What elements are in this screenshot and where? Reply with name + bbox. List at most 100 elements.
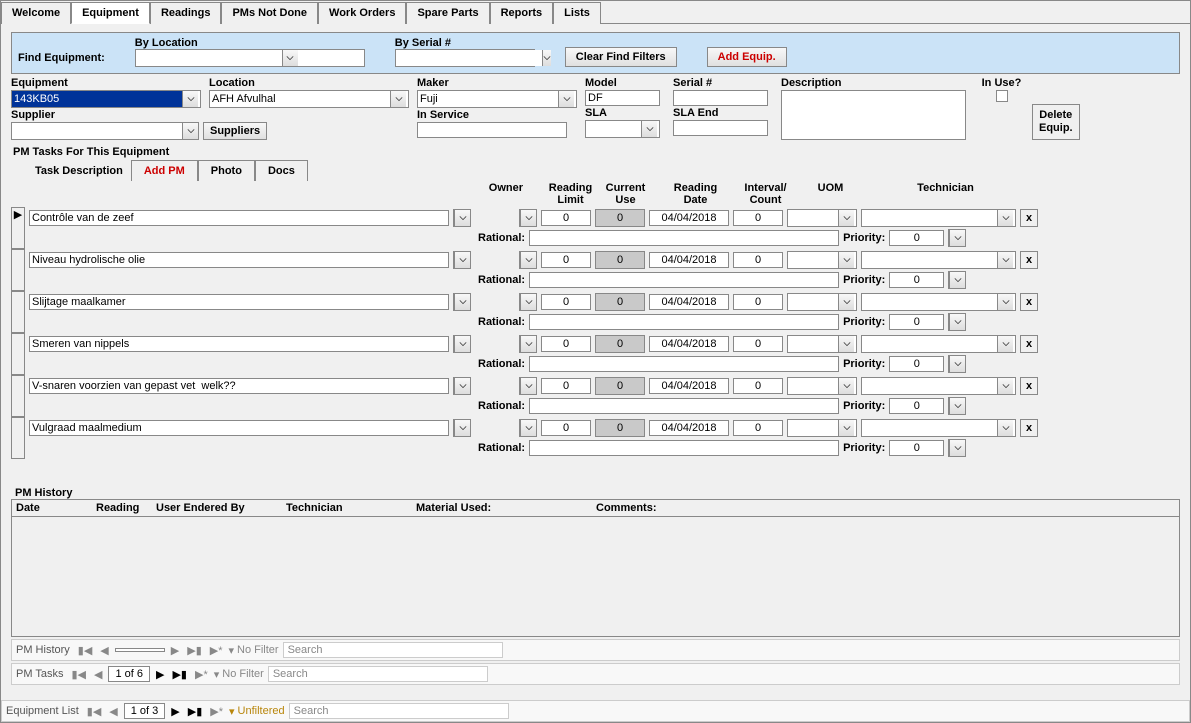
uom-combo[interactable]: [787, 419, 857, 437]
chevron-down-icon[interactable]: [542, 50, 551, 66]
tab-welcome[interactable]: Welcome: [1, 2, 71, 24]
task-description-input[interactable]: [29, 420, 449, 436]
technician-input[interactable]: [862, 336, 997, 352]
technician-input[interactable]: [862, 420, 997, 436]
chevron-down-icon[interactable]: [838, 336, 854, 352]
technician-combo[interactable]: [861, 377, 1016, 395]
technician-combo[interactable]: [861, 419, 1016, 437]
new-record-icon[interactable]: ▶*: [208, 705, 225, 718]
delete-task-button[interactable]: x: [1020, 335, 1038, 353]
chevron-down-icon[interactable]: [997, 252, 1013, 268]
task-description-input[interactable]: [29, 252, 449, 268]
chevron-down-icon[interactable]: [454, 420, 470, 436]
next-record-icon[interactable]: ▶: [169, 644, 181, 657]
technician-input[interactable]: [862, 252, 997, 268]
chevron-down-icon[interactable]: [997, 378, 1013, 394]
reading-limit-input[interactable]: [541, 294, 591, 310]
chevron-down-icon[interactable]: [520, 336, 536, 352]
reading-limit-input[interactable]: [541, 420, 591, 436]
interval-input[interactable]: [733, 210, 783, 226]
rational-input[interactable]: [529, 398, 839, 414]
model-input[interactable]: [585, 90, 660, 106]
rational-input[interactable]: [529, 272, 839, 288]
search-input[interactable]: Search: [283, 642, 503, 658]
add-equip-button[interactable]: Add Equip.: [707, 47, 787, 67]
supplier-input[interactable]: [12, 123, 182, 139]
task-description-input[interactable]: [29, 336, 449, 352]
reading-date-input[interactable]: [649, 378, 729, 394]
first-record-icon[interactable]: ▮◀: [85, 705, 104, 718]
by-serial-input[interactable]: [396, 50, 542, 66]
technician-input[interactable]: [862, 294, 997, 310]
tab-readings[interactable]: Readings: [150, 2, 222, 24]
maker-combo[interactable]: [417, 90, 577, 108]
reading-limit-input[interactable]: [541, 336, 591, 352]
reading-date-input[interactable]: [649, 294, 729, 310]
equipment-input[interactable]: [12, 91, 182, 107]
owner-combo[interactable]: [519, 335, 537, 353]
reading-limit-input[interactable]: [541, 378, 591, 394]
delete-task-button[interactable]: x: [1020, 377, 1038, 395]
technician-input[interactable]: [862, 378, 997, 394]
description-input[interactable]: [781, 90, 966, 140]
interval-input[interactable]: [733, 420, 783, 436]
owner-combo[interactable]: [519, 251, 537, 269]
rational-input[interactable]: [529, 356, 839, 372]
task-desc-dd[interactable]: [453, 335, 471, 353]
uom-input[interactable]: [788, 378, 838, 394]
chevron-down-icon[interactable]: [838, 252, 854, 268]
reading-limit-input[interactable]: [541, 210, 591, 226]
chevron-down-icon[interactable]: [520, 420, 536, 436]
serial-input[interactable]: [673, 90, 768, 106]
supplier-combo[interactable]: [11, 122, 199, 140]
interval-input[interactable]: [733, 294, 783, 310]
row-selector[interactable]: [11, 417, 25, 459]
search-input[interactable]: Search: [268, 666, 488, 682]
uom-combo[interactable]: [787, 377, 857, 395]
priority-input[interactable]: [889, 440, 944, 456]
priority-input[interactable]: [889, 314, 944, 330]
chevron-down-icon[interactable]: [182, 91, 198, 107]
rational-input[interactable]: [529, 440, 839, 456]
chevron-down-icon[interactable]: [390, 91, 406, 107]
uom-input[interactable]: [788, 294, 838, 310]
priority-input[interactable]: [889, 356, 944, 372]
interval-input[interactable]: [733, 336, 783, 352]
priority-dd[interactable]: [948, 355, 966, 373]
chevron-down-icon[interactable]: [997, 420, 1013, 436]
row-selector[interactable]: ▶: [11, 207, 25, 249]
tab-pms-not-done[interactable]: PMs Not Done: [221, 2, 318, 24]
uom-input[interactable]: [788, 336, 838, 352]
delete-task-button[interactable]: x: [1020, 419, 1038, 437]
by-location-combo[interactable]: [135, 49, 365, 67]
task-desc-dd[interactable]: [453, 377, 471, 395]
prev-record-icon[interactable]: ◀: [98, 644, 110, 657]
tab-lists[interactable]: Lists: [553, 2, 601, 24]
tab-work-orders[interactable]: Work Orders: [318, 2, 406, 24]
chevron-down-icon[interactable]: [520, 378, 536, 394]
filter-toggle[interactable]: ▾No Filter: [229, 644, 279, 657]
owner-combo[interactable]: [519, 209, 537, 227]
equipment-combo[interactable]: [11, 90, 201, 108]
priority-dd[interactable]: [948, 439, 966, 457]
task-description-input[interactable]: [29, 210, 449, 226]
chevron-down-icon[interactable]: [997, 210, 1013, 226]
chevron-down-icon[interactable]: [182, 123, 198, 139]
next-record-icon[interactable]: ▶: [154, 668, 166, 681]
sla-end-input[interactable]: [673, 120, 768, 136]
reading-date-input[interactable]: [649, 336, 729, 352]
last-record-icon[interactable]: ▶▮: [170, 668, 189, 681]
task-description-input[interactable]: [29, 294, 449, 310]
technician-combo[interactable]: [861, 335, 1016, 353]
chevron-down-icon[interactable]: [454, 294, 470, 310]
chevron-down-icon[interactable]: [641, 121, 657, 137]
technician-input[interactable]: [862, 210, 997, 226]
chevron-down-icon[interactable]: [838, 294, 854, 310]
task-description-input[interactable]: [29, 378, 449, 394]
chevron-down-icon[interactable]: [520, 252, 536, 268]
photo-button[interactable]: Photo: [198, 160, 255, 181]
chevron-down-icon[interactable]: [949, 356, 965, 372]
tab-equipment[interactable]: Equipment: [71, 2, 150, 24]
reading-date-input[interactable]: [649, 420, 729, 436]
task-desc-dd[interactable]: [453, 419, 471, 437]
